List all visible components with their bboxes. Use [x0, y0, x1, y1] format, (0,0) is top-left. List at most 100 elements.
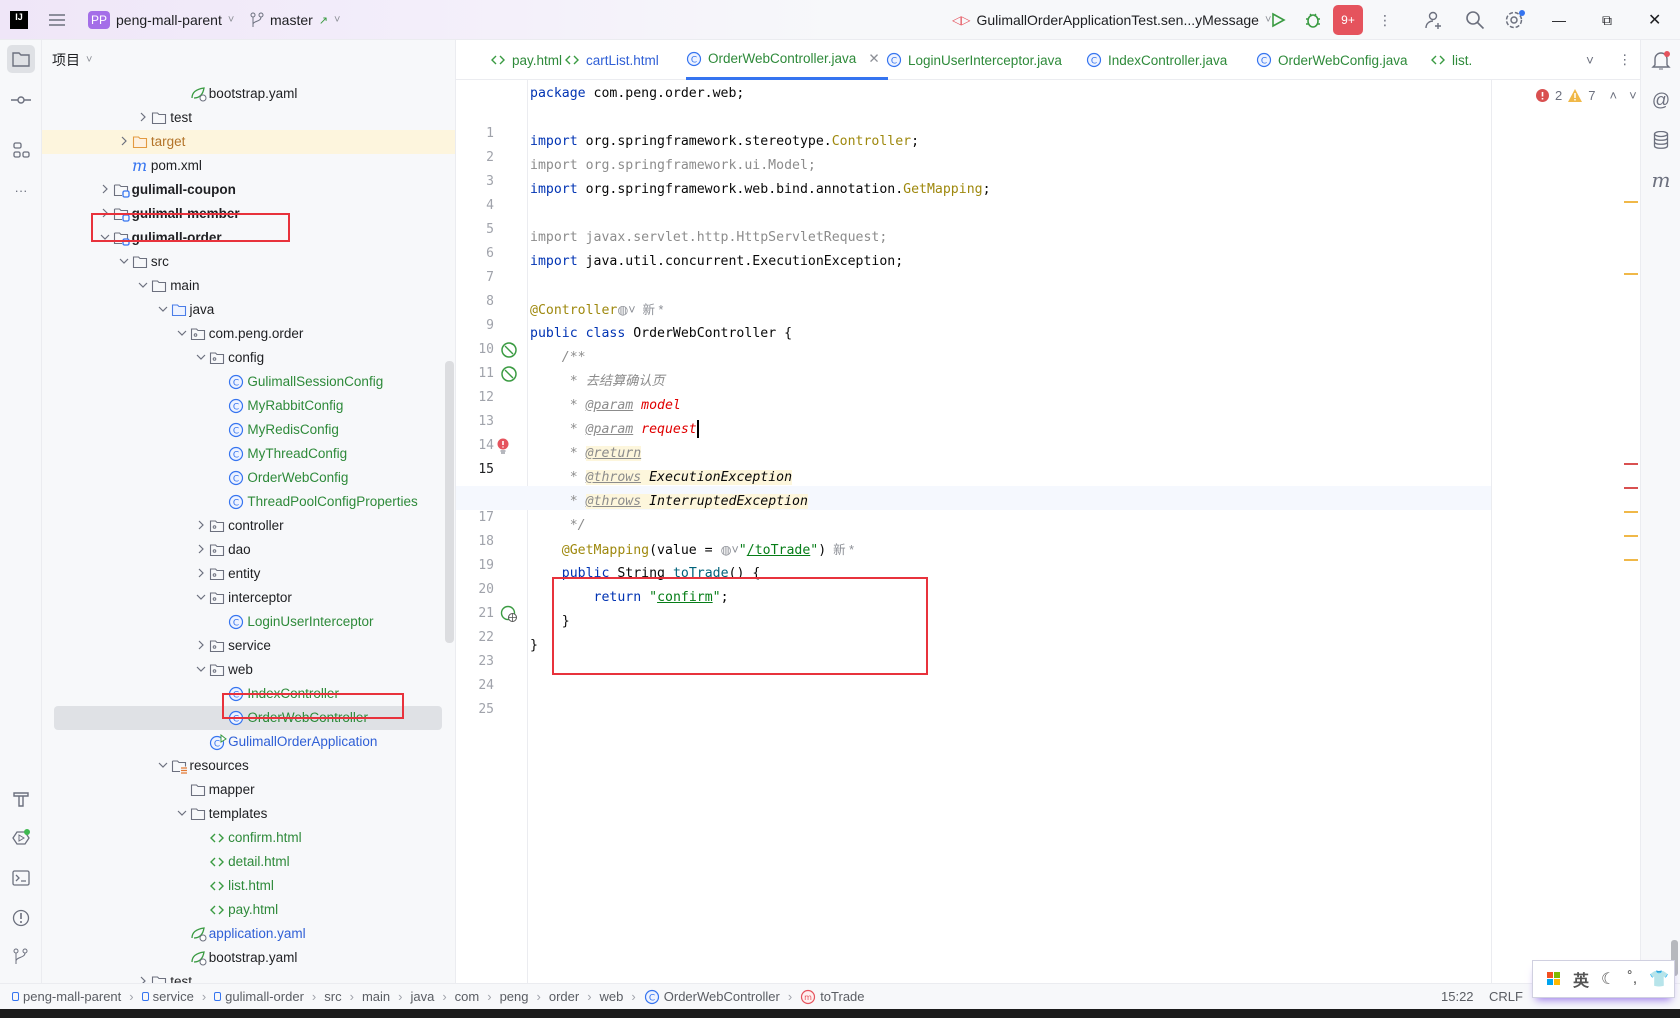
chevron-right-icon[interactable]: [99, 207, 111, 221]
tree-item[interactable]: C MyThreadConfig: [42, 442, 455, 466]
error-stripe[interactable]: [1624, 80, 1638, 983]
breadcrumb-item[interactable]: java: [410, 989, 434, 1004]
code-line[interactable]: /**: [530, 346, 586, 370]
search-button[interactable]: [1465, 0, 1485, 40]
chevron-right-icon[interactable]: [195, 543, 207, 557]
chevron-down-icon[interactable]: [176, 807, 188, 821]
moon-icon[interactable]: ☾: [1601, 969, 1615, 989]
more-actions-button[interactable]: ⋮: [1378, 0, 1392, 40]
tree-item[interactable]: controller: [42, 514, 455, 538]
code-line[interactable]: }: [530, 610, 570, 634]
tree-item[interactable]: dao: [42, 538, 455, 562]
code-line[interactable]: @GetMapping(value = ◍˅"/toTrade") 新 *: [530, 538, 854, 562]
warning-marker[interactable]: [1624, 201, 1638, 203]
branch-selector[interactable]: master ↗ ˅: [250, 0, 340, 40]
tree-item[interactable]: C ThreadPoolConfigProperties: [42, 490, 455, 514]
tree-item[interactable]: bootstrap.yaml: [42, 82, 455, 106]
breadcrumb-item[interactable]: main: [362, 989, 390, 1004]
tree-item[interactable]: pay.html: [42, 898, 455, 922]
notifications-badge-button[interactable]: 9+: [1333, 0, 1363, 40]
minimize-button[interactable]: —: [1552, 0, 1566, 40]
chevron-down-icon[interactable]: [99, 231, 111, 245]
tree-item[interactable]: gulimall-order: [42, 226, 455, 250]
project-selector[interactable]: PP peng-mall-parent ˅: [88, 0, 234, 40]
settings-button[interactable]: [1504, 0, 1526, 40]
tree-item[interactable]: C MyRabbitConfig: [42, 394, 455, 418]
chevron-right-icon[interactable]: [137, 975, 149, 983]
warning-marker[interactable]: [1624, 535, 1638, 537]
tree-item[interactable]: C IndexController: [42, 682, 455, 706]
breadcrumb-item[interactable]: service: [141, 989, 194, 1004]
debug-button[interactable]: [1304, 0, 1322, 40]
tree-item[interactable]: target: [42, 130, 455, 154]
main-menu-button[interactable]: [48, 0, 66, 40]
restore-button[interactable]: ⧉: [1602, 0, 1612, 40]
line-ending[interactable]: CRLF: [1489, 989, 1523, 1004]
close-window-button[interactable]: ✕: [1648, 0, 1661, 40]
tree-item[interactable]: C OrderWebConfig: [42, 466, 455, 490]
project-tool-button[interactable]: [7, 45, 35, 73]
notifications-button[interactable]: [1647, 46, 1675, 74]
code-line[interactable]: public class OrderWebController {: [530, 322, 792, 346]
code-line[interactable]: @Controller◍˅ 新 *: [530, 298, 663, 322]
tree-item[interactable]: list.html: [42, 874, 455, 898]
git-tool-button[interactable]: [7, 942, 35, 970]
tree-item[interactable]: m pom.xml: [42, 154, 455, 178]
tabs-more-button[interactable]: ⋮: [1618, 40, 1632, 80]
tree-item[interactable]: gulimall-member: [42, 202, 455, 226]
code-line[interactable]: return "confirm";: [530, 586, 729, 610]
run-config-selector[interactable]: ◁▷ GulimallOrderApplicationTest.sen...yM…: [952, 0, 1271, 40]
chevron-right-icon[interactable]: [195, 639, 207, 653]
code-line[interactable]: }: [530, 634, 538, 658]
tree-item[interactable]: C LoginUserInterceptor: [42, 610, 455, 634]
chevron-right-icon[interactable]: [137, 111, 149, 125]
code-line[interactable]: * @param model: [530, 394, 681, 418]
caret-position[interactable]: 15:22: [1441, 989, 1474, 1004]
structure-tool-button[interactable]: [7, 136, 35, 164]
tree-item[interactable]: test: [42, 970, 455, 983]
commit-tool-button[interactable]: [7, 86, 35, 114]
chevron-down-icon[interactable]: [118, 255, 130, 269]
tree-scrollbar[interactable]: [445, 361, 454, 643]
more-tools-button[interactable]: ···: [7, 176, 35, 204]
breadcrumb-item[interactable]: C OrderWebController: [644, 989, 780, 1005]
chevron-right-icon[interactable]: [118, 135, 130, 149]
inspection-widget[interactable]: 2 7 ˄ ˅: [1536, 88, 1637, 103]
tabs-dropdown-button[interactable]: ˅: [1586, 40, 1594, 80]
breadcrumb-item[interactable]: peng: [500, 989, 529, 1004]
code-line[interactable]: */: [530, 514, 586, 538]
chevron-down-icon[interactable]: [176, 327, 188, 341]
tree-item[interactable]: C MyRedisConfig: [42, 418, 455, 442]
code-line[interactable]: import org.springframework.ui.Model;: [530, 154, 816, 178]
tree-item[interactable]: detail.html: [42, 850, 455, 874]
inlay-hint[interactable]: ◍˅: [617, 303, 635, 317]
tree-item[interactable]: confirm.html: [42, 826, 455, 850]
code-line[interactable]: * @throws InterruptedException: [530, 490, 808, 514]
tree-item[interactable]: src: [42, 250, 455, 274]
app-logo[interactable]: IJ: [10, 0, 28, 40]
tree-item[interactable]: C GulimallSessionConfig: [42, 370, 455, 394]
chevron-right-icon[interactable]: [195, 567, 207, 581]
services-tool-button[interactable]: [7, 824, 35, 852]
code-line[interactable]: import javax.servlet.http.HttpServletReq…: [530, 226, 887, 250]
tree-item[interactable]: test: [42, 106, 455, 130]
chevron-right-icon[interactable]: [195, 519, 207, 533]
tree-item[interactable]: bootstrap.yaml: [42, 946, 455, 970]
chevron-down-icon[interactable]: [157, 303, 169, 317]
warning-marker[interactable]: [1624, 273, 1638, 275]
database-button[interactable]: [1647, 126, 1675, 154]
warning-marker[interactable]: [1624, 559, 1638, 561]
chevron-down-icon[interactable]: [195, 663, 207, 677]
inlay-hint[interactable]: 新 *: [636, 303, 664, 317]
tree-item[interactable]: main: [42, 274, 455, 298]
code-line[interactable]: * @param request: [530, 418, 699, 442]
warning-marker[interactable]: [1624, 511, 1638, 513]
ai-assistant-button[interactable]: @: [1647, 86, 1675, 114]
punctuation-icon[interactable]: ˚,: [1627, 970, 1637, 988]
code-line[interactable]: public String toTrade() {: [530, 562, 761, 586]
chevron-right-icon[interactable]: [99, 183, 111, 197]
breadcrumb-item[interactable]: order: [549, 989, 579, 1004]
tree-item[interactable]: mapper: [42, 778, 455, 802]
tree-item[interactable]: C GulimallOrderApplication: [42, 730, 455, 754]
breadcrumb-item[interactable]: web: [600, 989, 624, 1004]
